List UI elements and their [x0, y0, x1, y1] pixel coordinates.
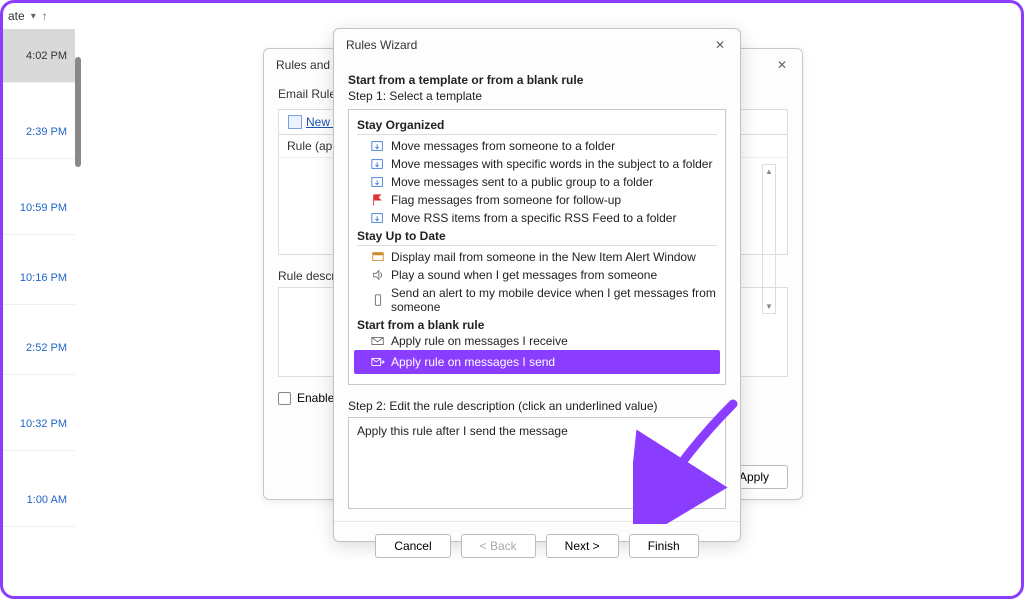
email-item[interactable]: 2:39 PM — [0, 105, 75, 159]
template-mobile-alert[interactable]: Send an alert to my mobile device when I… — [357, 284, 717, 316]
template-label: Play a sound when I get messages from so… — [391, 268, 657, 282]
step1-label: Step 1: Select a template — [348, 89, 726, 103]
template-label: Display mail from someone in the New Ite… — [391, 250, 696, 264]
folder-move-icon — [371, 157, 385, 171]
sound-icon — [371, 268, 385, 282]
close-icon[interactable]: ✕ — [712, 37, 728, 53]
template-label: Move messages with specific words in the… — [391, 157, 712, 171]
folder-move-icon — [371, 211, 385, 225]
email-time: 1:00 AM — [27, 494, 67, 506]
close-icon[interactable]: ✕ — [774, 57, 790, 73]
email-time: 2:52 PM — [26, 342, 67, 354]
mobile-icon — [371, 293, 385, 307]
selection-highlight: Apply rule on messages I send — [354, 350, 720, 374]
template-label: Move messages from someone to a folder — [391, 139, 615, 153]
scrollbar[interactable] — [762, 164, 776, 314]
email-time: 4:02 PM — [26, 50, 67, 62]
template-label: Flag messages from someone for follow-up — [391, 193, 621, 207]
folder-move-icon — [371, 139, 385, 153]
alert-window-icon — [371, 250, 385, 264]
column-header[interactable]: ate ▾ ↑ — [0, 3, 75, 29]
email-item[interactable]: 4:02 PM — [0, 29, 75, 83]
template-label: Move messages sent to a public group to … — [391, 175, 653, 189]
rule-description-box[interactable]: Apply this rule after I send the message — [348, 417, 726, 509]
template-label: Move RSS items from a specific RSS Feed … — [391, 211, 676, 225]
email-time: 10:59 PM — [20, 202, 67, 214]
step2-label: Step 2: Edit the rule description (click… — [348, 399, 726, 413]
template-move-from-someone[interactable]: Move messages from someone to a folder — [357, 137, 717, 155]
group-stay-organized: Stay Organized — [357, 118, 717, 135]
template-move-rss[interactable]: Move RSS items from a specific RSS Feed … — [357, 209, 717, 227]
template-move-public-group[interactable]: Move messages sent to a public group to … — [357, 173, 717, 191]
rule-description-text: Apply this rule after I send the message — [357, 424, 568, 438]
template-move-words-subject[interactable]: Move messages with specific words in the… — [357, 155, 717, 173]
template-apply-send[interactable]: Apply rule on messages I send — [357, 353, 717, 371]
template-label: Apply rule on messages I send — [391, 355, 555, 369]
finish-button[interactable]: Finish — [629, 534, 699, 558]
email-item[interactable]: 10:16 PM — [0, 251, 75, 305]
email-item[interactable]: 10:32 PM — [0, 397, 75, 451]
group-blank-rule: Start from a blank rule — [357, 318, 717, 332]
chevron-down-icon: ▾ — [31, 11, 36, 22]
back-button: < Back — [461, 534, 536, 558]
envelope-icon — [371, 334, 385, 348]
template-label: Send an alert to my mobile device when I… — [391, 286, 717, 314]
next-button[interactable]: Next > — [546, 534, 619, 558]
email-item[interactable]: 10:59 PM — [0, 181, 75, 235]
sort-ascending-icon[interactable]: ↑ — [42, 9, 48, 23]
email-item[interactable]: 2:52 PM — [0, 321, 75, 375]
dialog-titlebar[interactable]: Rules Wizard ✕ — [334, 29, 740, 61]
email-time: 2:39 PM — [26, 126, 67, 138]
rules-wizard-dialog: Rules Wizard ✕ Start from a template or … — [333, 28, 741, 542]
email-time: 10:32 PM — [20, 418, 67, 430]
dialog-title: Rules Wizard — [346, 38, 417, 52]
template-apply-receive[interactable]: Apply rule on messages I receive — [357, 332, 717, 350]
template-label: Apply rule on messages I receive — [391, 334, 568, 348]
sort-label: ate — [8, 9, 25, 23]
template-list: Stay Organized Move messages from someon… — [348, 109, 726, 385]
envelope-send-icon — [371, 355, 385, 369]
folder-move-icon — [371, 175, 385, 189]
group-stay-up-to-date: Stay Up to Date — [357, 229, 717, 246]
new-rule-icon — [288, 115, 302, 129]
email-list-column: ate ▾ ↑ 4:02 PM 2:39 PM 10:59 PM 10:16 P… — [0, 3, 75, 596]
email-item[interactable]: 1:00 AM — [0, 473, 75, 527]
template-alert-window[interactable]: Display mail from someone in the New Ite… — [357, 248, 717, 266]
scrollbar-thumb[interactable] — [75, 57, 81, 167]
template-flag-followup[interactable]: Flag messages from someone for follow-up — [357, 191, 717, 209]
wizard-footer: Cancel < Back Next > Finish — [334, 521, 740, 572]
cancel-button[interactable]: Cancel — [375, 534, 450, 558]
flag-icon — [371, 193, 385, 207]
email-time: 10:16 PM — [20, 272, 67, 284]
checkbox[interactable] — [278, 392, 291, 405]
template-play-sound[interactable]: Play a sound when I get messages from so… — [357, 266, 717, 284]
wizard-heading: Start from a template or from a blank ru… — [348, 73, 726, 87]
